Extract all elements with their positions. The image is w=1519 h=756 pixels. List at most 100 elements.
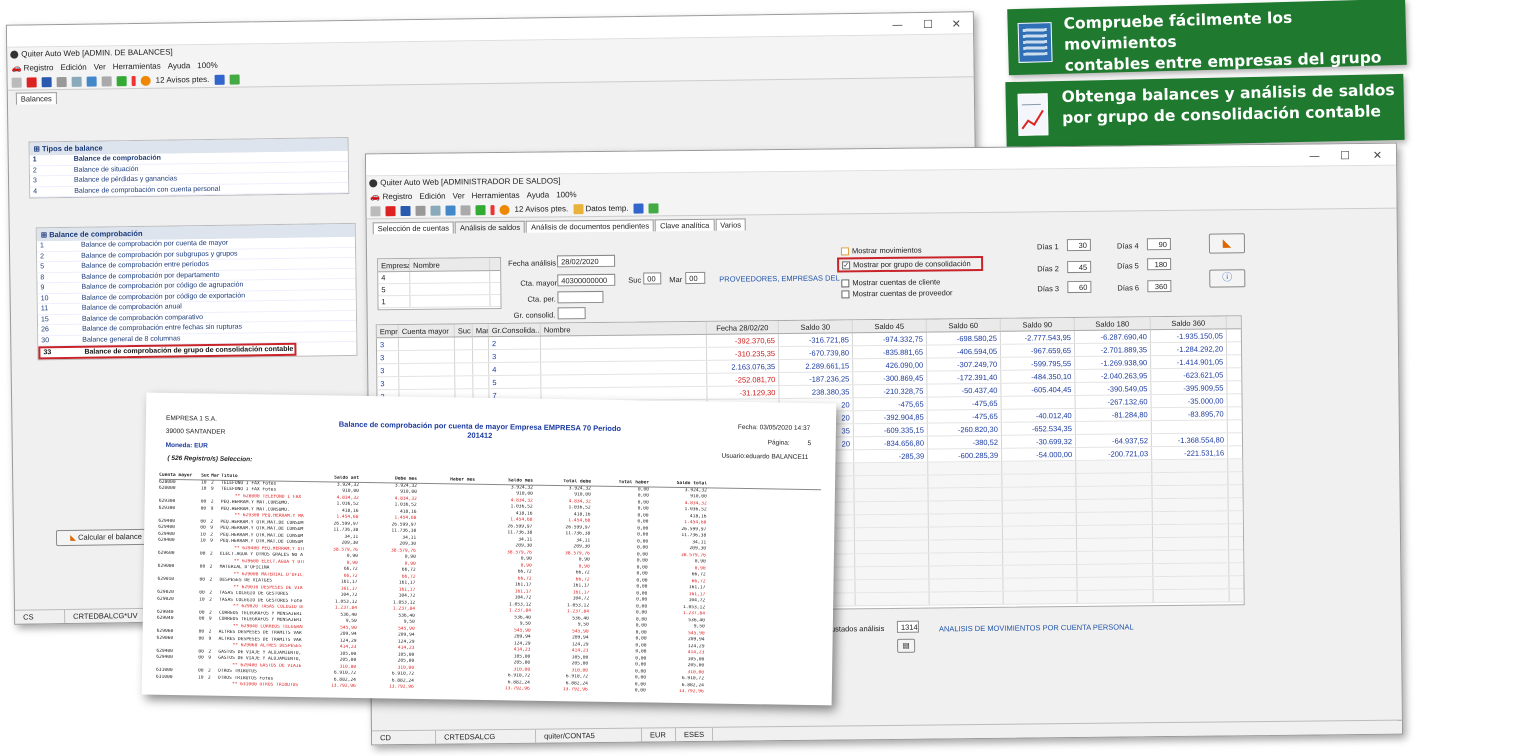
fecha-input[interactable]: 28/02/2020	[557, 254, 616, 268]
settings-icon[interactable]	[648, 202, 659, 213]
menu-registro[interactable]: 🚗 Registro	[370, 190, 412, 203]
menu-edicion[interactable]: Edición	[60, 61, 86, 74]
suc-input[interactable]: 00	[643, 272, 662, 285]
report-cell: 13.792,96	[330, 683, 356, 689]
delete-icon[interactable]	[385, 205, 396, 216]
cta-per-input[interactable]	[557, 290, 604, 304]
filter-icon[interactable]	[430, 205, 441, 216]
checkbox-icon[interactable]	[841, 278, 850, 287]
maximize-icon[interactable]: ☐	[923, 18, 933, 31]
gr-consolid-input[interactable]	[557, 307, 586, 320]
grid-col-header[interactable]: Saldo 90	[1000, 317, 1075, 331]
menu-ver[interactable]: Ver	[453, 189, 465, 202]
menu-edicion[interactable]: Edición	[419, 190, 445, 203]
grid-cell	[854, 488, 929, 502]
grid-col-header[interactable]: Suc	[454, 324, 473, 337]
grid-cell: -1.269.938,90	[1075, 356, 1152, 369]
mar-input[interactable]: 00	[685, 271, 706, 285]
info-icon[interactable]	[490, 204, 495, 215]
check-option[interactable]: ✓ Mostrar por grupo de consolidación	[837, 255, 984, 273]
grid-cell	[1152, 485, 1229, 499]
info-button[interactable]: ⓘ	[1209, 269, 1246, 288]
tab-analisis-saldos[interactable]: Análisis de saldos	[454, 220, 526, 234]
dias-input[interactable]: 180	[1147, 257, 1172, 271]
datos-temp-button[interactable]: Datos temp.	[573, 203, 629, 214]
grid-col-header[interactable]: Mar	[472, 324, 489, 337]
dias-input[interactable]: 30	[1066, 238, 1091, 252]
check-option[interactable]: Mostrar movimientos	[840, 244, 991, 257]
menu-zoom[interactable]: 100%	[556, 188, 577, 201]
grid-col-header[interactable]: Saldo 30	[778, 320, 853, 334]
grid-col-header[interactable]: Gr.Consolida...	[488, 323, 541, 337]
grid-col-header[interactable]: Saldo 45	[852, 319, 927, 333]
menu-herramientas[interactable]: Herramientas	[472, 189, 520, 203]
maximize-icon[interactable]: ☐	[1340, 149, 1350, 162]
checkbox-icon[interactable]	[840, 246, 850, 255]
menu-herramientas[interactable]: Herramientas	[113, 60, 161, 74]
close-icon[interactable]: ✕	[952, 17, 961, 30]
dias-input[interactable]: 360	[1147, 279, 1172, 293]
tab-balances[interactable]: Balances	[15, 92, 57, 105]
menu-ver[interactable]: Ver	[94, 60, 106, 73]
checkbox-icon[interactable]	[841, 289, 850, 298]
save-icon[interactable]	[41, 76, 52, 87]
grid-export-button[interactable]: ▤	[897, 638, 916, 653]
print-icon[interactable]	[56, 76, 67, 87]
grid-col-header[interactable]: Empr	[376, 325, 399, 338]
empresa-row[interactable]: 1	[378, 295, 501, 309]
dias-input[interactable]: 45	[1067, 260, 1092, 274]
folder-icon	[573, 203, 584, 214]
search-icon[interactable]	[11, 77, 22, 88]
document-icon[interactable]	[445, 204, 456, 216]
close-icon[interactable]: ✕	[1373, 149, 1382, 162]
balance-subtype-row[interactable]: 33 Balance de comprobación de grupo de co…	[38, 342, 297, 360]
menu-registro[interactable]: 🚗 Registro	[11, 61, 53, 75]
tools-icon[interactable]	[214, 74, 225, 85]
tab-clave-analitica[interactable]: Clave analítica	[654, 218, 715, 232]
grid-col-header[interactable]: Saldo 180	[1074, 317, 1151, 330]
tab-seleccion-cuentas[interactable]: Selección de cuentas	[372, 221, 455, 235]
calendar-icon[interactable]	[101, 75, 112, 86]
menu-zoom[interactable]: 100%	[197, 59, 218, 72]
menu-ayuda[interactable]: Ayuda	[168, 59, 191, 72]
grid-cell	[929, 539, 1004, 553]
search-icon[interactable]	[370, 205, 381, 216]
check-option[interactable]: Mostrar cuentas de proveedor	[841, 287, 991, 300]
document-icon[interactable]	[86, 76, 97, 87]
minimize-icon[interactable]: —	[1309, 149, 1320, 162]
filter-icon[interactable]	[71, 76, 82, 87]
run-analysis-button[interactable]: ◣	[1208, 233, 1246, 254]
calendar-icon[interactable]	[460, 204, 471, 215]
export-icon[interactable]	[116, 75, 127, 86]
grid-col-header[interactable]: Saldo 360	[1150, 316, 1227, 330]
grid-col-header[interactable]: Cuenta mayor	[398, 324, 455, 338]
grid-cell: -221.531,16	[1152, 446, 1229, 460]
avisos-button[interactable]: 12 Avisos ptes.	[514, 204, 568, 214]
refresh-icon[interactable]	[499, 204, 510, 215]
analisis-link[interactable]: ANALISIS DE MOVIMIENTOS POR CUENTA PERSO…	[939, 622, 1134, 633]
menu-ayuda[interactable]: Ayuda	[527, 188, 550, 201]
report-user: Usuario:eduardo BALANCE11	[721, 452, 809, 462]
avisos-button[interactable]: 12 Avisos ptes.	[156, 75, 210, 85]
delete-icon[interactable]	[26, 76, 37, 88]
grid-cell	[1002, 473, 1077, 487]
grid-col-header[interactable]: Fecha 28/02/20	[706, 321, 779, 334]
export-icon[interactable]	[475, 204, 486, 215]
tools-icon[interactable]	[633, 203, 644, 214]
info-icon[interactable]	[131, 75, 136, 86]
grid-col-header[interactable]: Nombre	[540, 321, 707, 336]
calcular-balance-button[interactable]: ◣ Calcular el balance	[55, 528, 157, 547]
tab-documentos-pendientes[interactable]: Análisis de documentos pendientes	[526, 219, 655, 233]
col-nombre: Nombre	[410, 258, 491, 271]
grid-col-header[interactable]: Saldo 60	[926, 318, 1001, 332]
settings-icon[interactable]	[229, 74, 240, 85]
print-icon[interactable]	[415, 205, 426, 216]
cta-mayor-input[interactable]: 40300000000	[557, 273, 616, 287]
minimize-icon[interactable]: —	[892, 18, 903, 31]
checkbox-checked-icon[interactable]: ✓	[842, 260, 851, 269]
tab-varios[interactable]: Varios	[715, 218, 747, 231]
dias-input[interactable]: 60	[1067, 280, 1092, 294]
save-icon[interactable]	[400, 205, 411, 216]
refresh-icon[interactable]	[140, 75, 151, 86]
dias-input[interactable]: 90	[1146, 237, 1171, 251]
